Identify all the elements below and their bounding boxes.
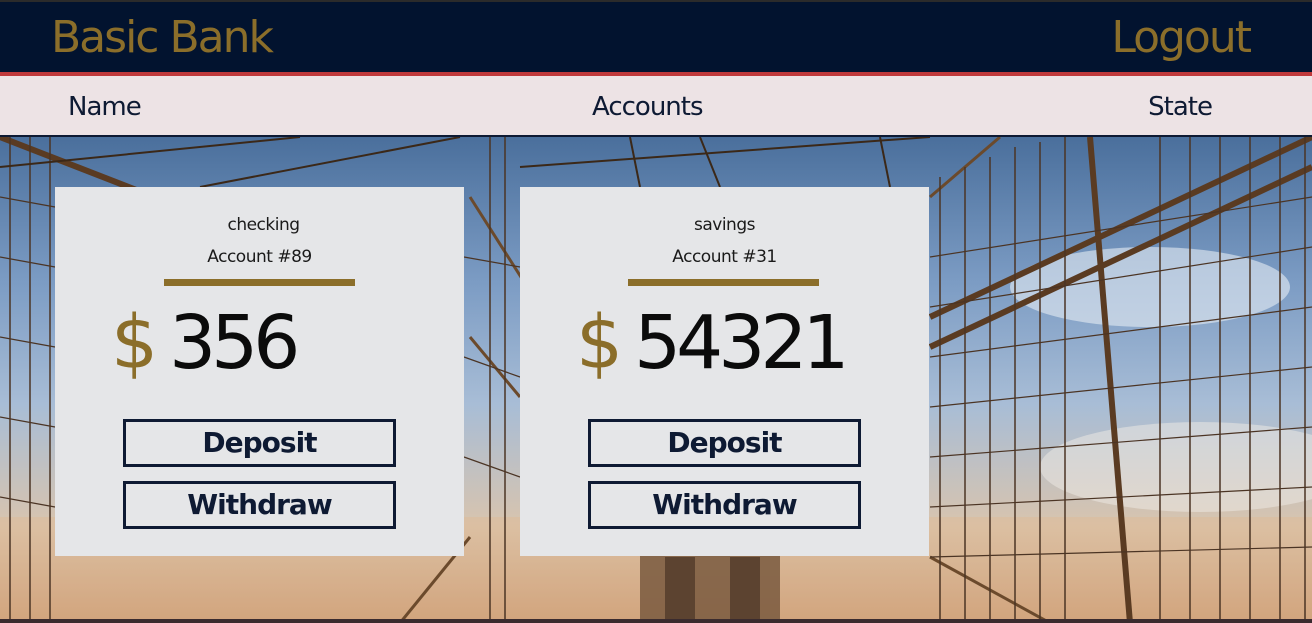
nav-bar: Name Accounts State <box>0 76 1312 137</box>
top-header: Basic Bank Logout <box>0 0 1312 72</box>
withdraw-button[interactable]: Withdraw <box>588 481 861 529</box>
brand-logo: Basic Bank <box>51 12 274 63</box>
nav-item-accounts[interactable]: Accounts <box>592 90 704 124</box>
balance-amount: 54321 <box>634 300 849 386</box>
bank-page: Basic Bank Logout Name Accounts State ch… <box>0 0 1312 623</box>
nav-item-state[interactable]: State <box>1148 90 1213 124</box>
account-number-label: Account #31 <box>672 247 777 267</box>
account-divider <box>628 279 819 286</box>
withdraw-button[interactable]: Withdraw <box>123 481 396 529</box>
account-divider <box>164 279 355 286</box>
logout-link[interactable]: Logout <box>1111 8 1252 68</box>
account-type-label: savings <box>694 215 755 235</box>
account-balance: $356 <box>111 299 300 407</box>
account-card-checking: checking Account #89 $356 Deposit Withdr… <box>55 187 464 556</box>
currency-symbol: $ <box>111 300 158 386</box>
deposit-button[interactable]: Deposit <box>123 419 396 467</box>
balance-amount: 356 <box>169 300 300 386</box>
currency-symbol: $ <box>576 300 623 386</box>
account-card-savings: savings Account #31 $54321 Deposit Withd… <box>520 187 929 556</box>
bottom-border <box>0 619 1312 623</box>
account-number-label: Account #89 <box>207 247 312 267</box>
deposit-button[interactable]: Deposit <box>588 419 861 467</box>
account-balance: $54321 <box>576 299 850 407</box>
nav-item-name[interactable]: Name <box>68 90 142 124</box>
account-type-label: checking <box>227 215 300 235</box>
